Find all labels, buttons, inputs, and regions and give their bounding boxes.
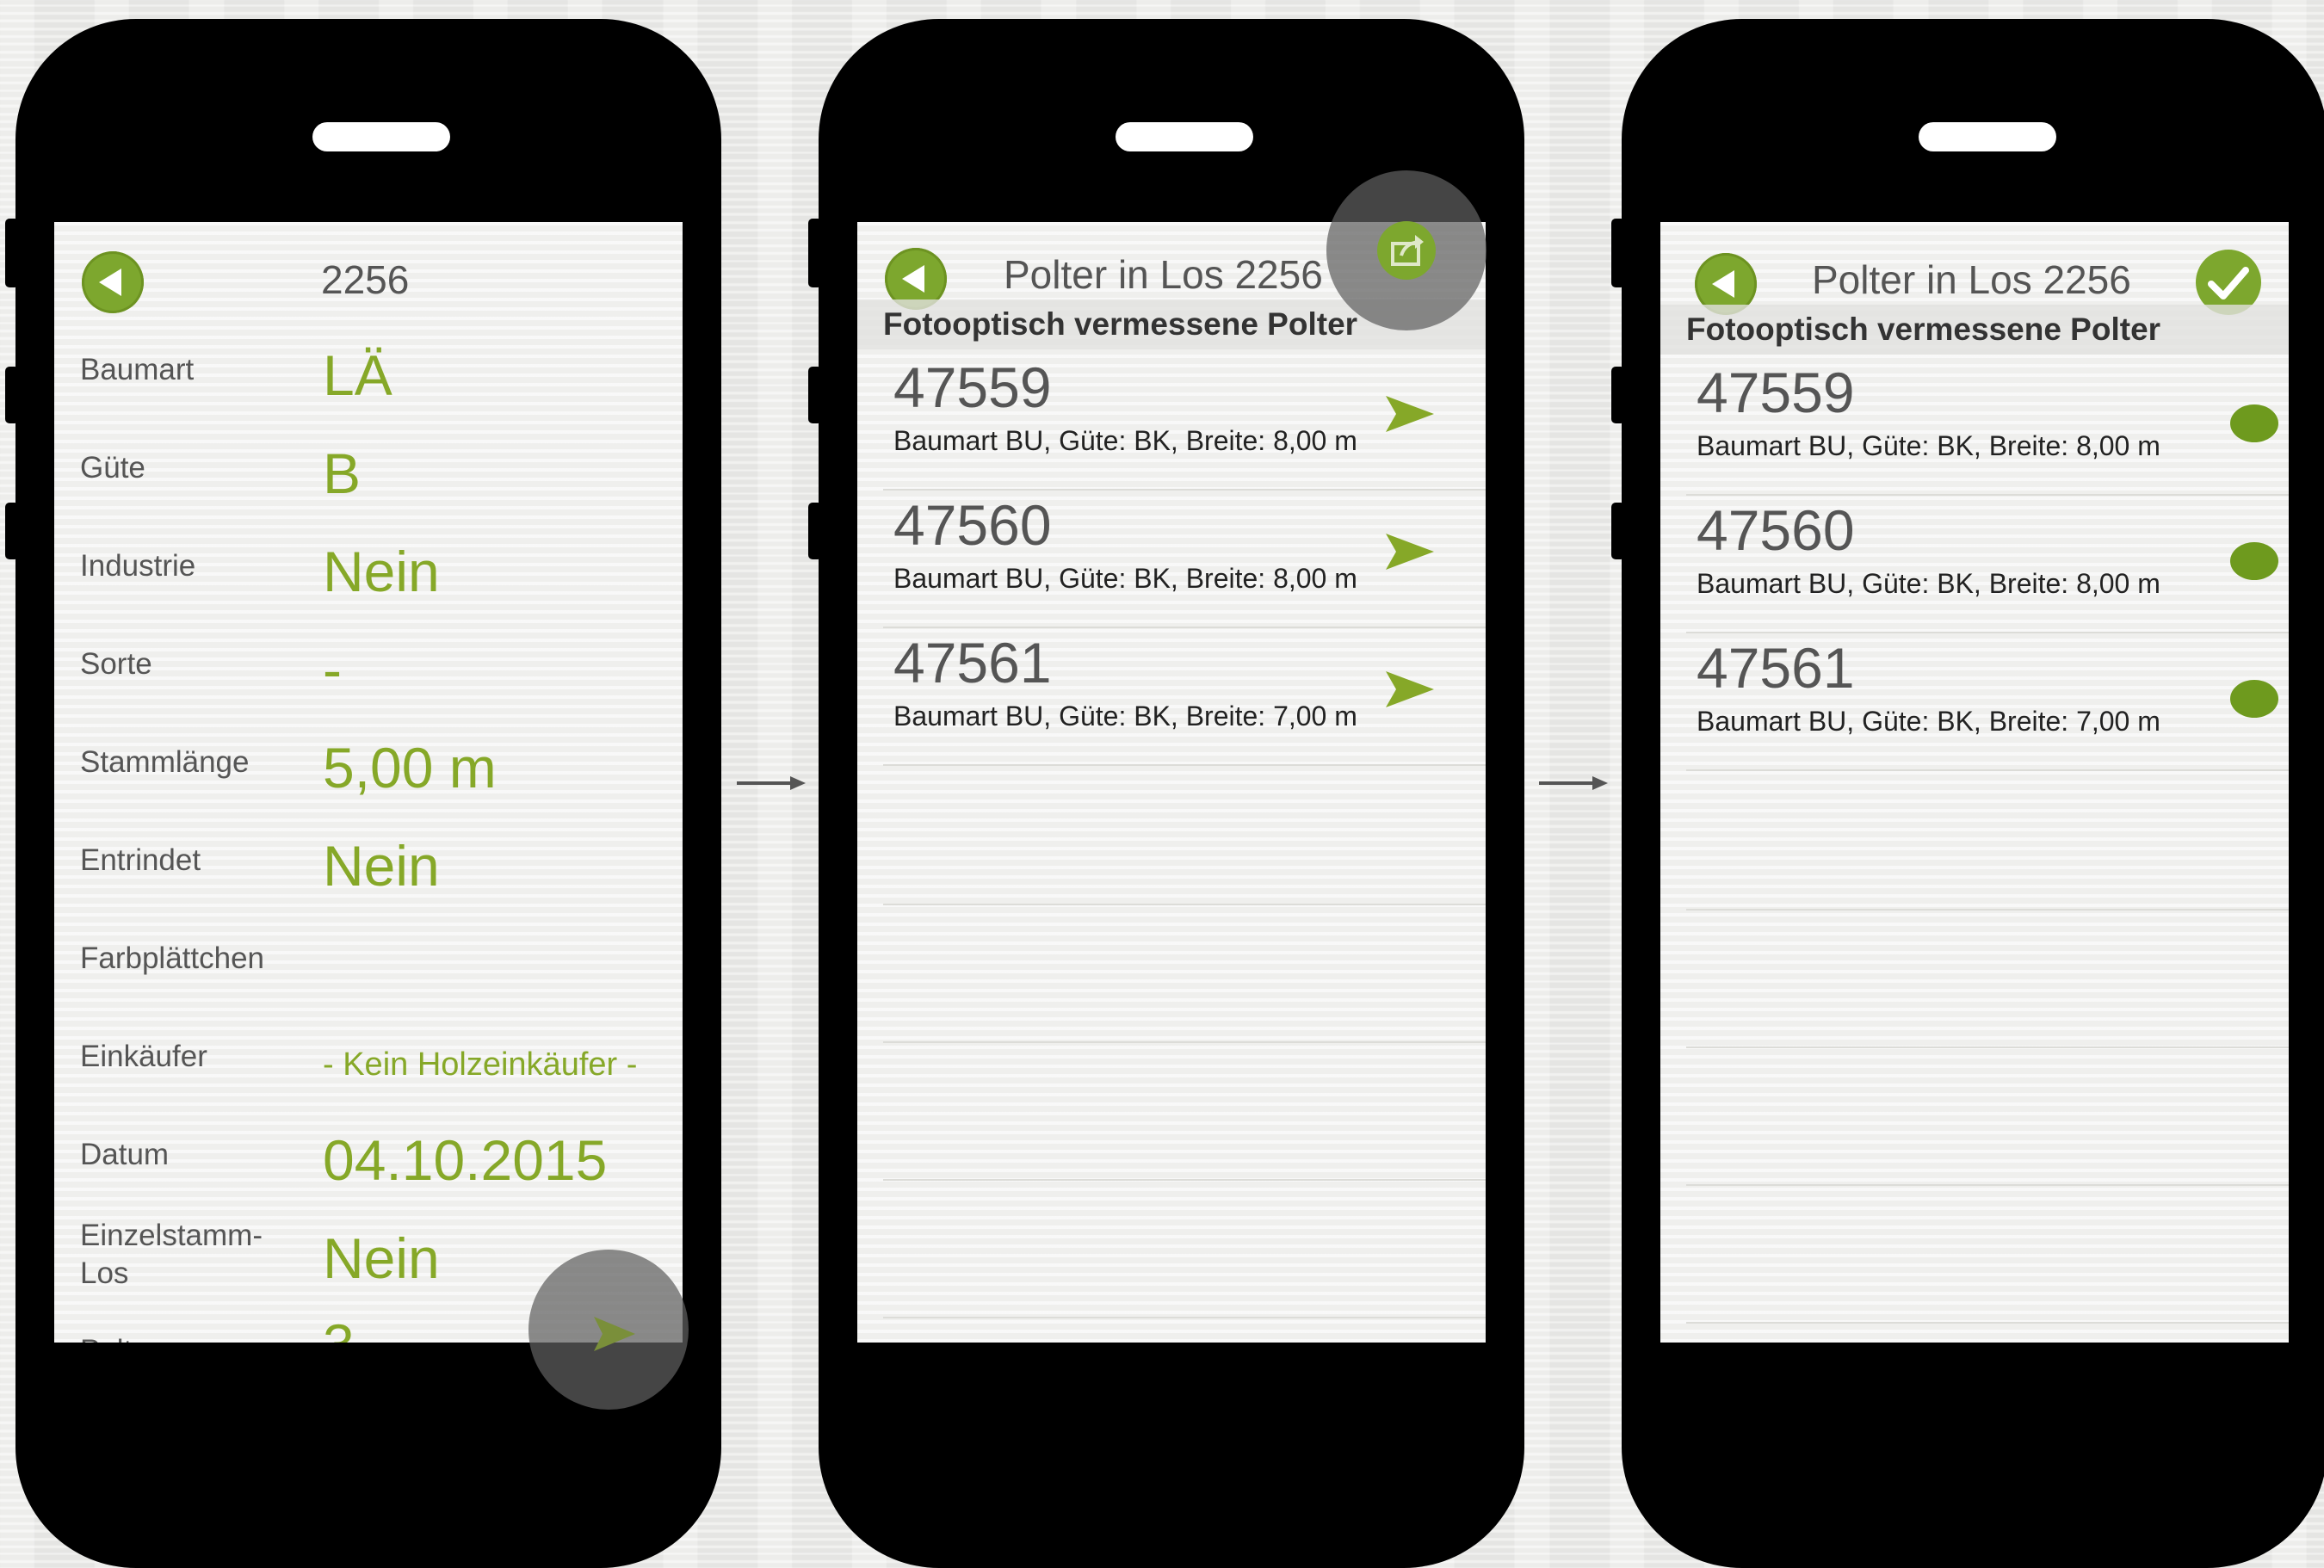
field-value[interactable]: - [323,637,342,702]
next-arrow-icon[interactable] [1384,670,1436,709]
field-value[interactable]: Nein [323,539,440,604]
next-arrow-icon[interactable] [1384,394,1436,434]
list-item[interactable]: 47559 Baumart BU, Güte: BK, Breite: 8,00… [1686,356,2289,496]
phone-side-button [1611,503,1625,559]
phone-speaker [312,122,450,151]
list-item[interactable]: 47560 Baumart BU, Güte: BK, Breite: 8,00… [1686,494,2289,633]
field-row-industrie: Industrie Nein [54,530,683,628]
screen-title: Polter in Los 2256 [1004,252,1323,297]
field-label: Güte [80,451,145,485]
field-value[interactable]: Nein [323,833,440,898]
field-value[interactable]: - Kein Holzeinkäufer - [323,1046,637,1083]
field-value[interactable]: 3 [323,1312,355,1343]
screen-title: Polter in Los 2256 [1812,257,2131,302]
polter-description: Baumart BU, Güte: BK, Breite: 8,00 m [1697,430,2160,461]
polter-number: 47560 [1697,498,1855,562]
polter-description: Baumart BU, Güte: BK, Breite: 7,00 m [1697,706,2160,737]
list-item[interactable]: 47560 Baumart BU, Güte: BK, Breite: 8,00… [883,489,1486,628]
next-arrow-icon[interactable] [528,1250,689,1410]
polter-selection-screen: Polter in Los 2256 Fotooptisch vermessen… [1660,222,2289,1343]
flow-arrow-icon [737,776,806,790]
back-button[interactable] [82,251,144,313]
phone-side-button [1611,367,1625,423]
phone-frame-1: 2256 Baumart LÄ Güte B Industrie Nein So… [5,19,721,1568]
row-divider [883,1317,1486,1318]
share-icon[interactable] [1377,221,1436,280]
field-row-stammlaenge: Stammlänge 5,00 m [54,726,683,824]
field-label: Baumart [80,353,195,386]
polter-description: Baumart BU, Güte: BK, Breite: 7,00 m [893,701,1357,732]
field-label: Entrindet [80,843,201,877]
phone-frame-2: Polter in Los 2256 Fotooptisch vermessen… [808,19,1524,1568]
field-row-einkaeufer: Einkäufer - Kein Holzeinkäufer - [54,1021,683,1119]
row-divider [883,1041,1486,1043]
phone-frame-3: Polter in Los 2256 Fotooptisch vermessen… [1611,19,2324,1568]
polter-description: Baumart BU, Güte: BK, Breite: 8,00 m [1697,568,2160,599]
field-value[interactable]: 04.10.2015 [323,1127,607,1193]
row-divider [1686,909,2289,911]
section-header: Fotooptisch vermessene Polter [1660,305,2289,355]
phone-speaker [1116,122,1253,151]
field-label: Einkäufer [80,1040,207,1073]
field-value[interactable]: LÄ [323,343,392,408]
polter-number: 47559 [1697,361,1855,424]
row-divider [883,904,1486,905]
screen-title: 2256 [321,257,410,302]
phone-side-button [808,503,822,559]
phone-side-button [5,219,19,287]
field-label: Datum [80,1138,170,1171]
selection-dot-icon[interactable] [2230,542,2278,580]
field-label: Industrie [80,549,196,583]
field-label: Stammlänge [80,745,250,779]
section-header-label: Fotooptisch vermessene Polter [1686,312,2161,347]
field-row-guete: Güte B [54,432,683,530]
field-label: Farbplättchen [80,941,265,975]
field-value[interactable]: B [323,441,361,506]
list-item[interactable]: 47561 Baumart BU, Güte: BK, Breite: 7,00… [883,627,1486,766]
polter-number: 47561 [893,631,1052,694]
phone-side-button [808,367,822,423]
row-divider [1686,1046,2289,1048]
polter-list-screen: Polter in Los 2256 Fotooptisch vermessen… [857,222,1486,1343]
section-header-label: Fotooptisch vermessene Polter [883,306,1358,342]
field-row-sorte: Sorte - [54,628,683,726]
list-item[interactable]: 47561 Baumart BU, Güte: BK, Breite: 7,00… [1686,632,2289,771]
tap-indicator [528,1250,689,1410]
phone-side-button [1611,219,1625,287]
phone-side-button [5,367,19,423]
field-row-datum: Datum 04.10.2015 [54,1119,683,1217]
lot-detail-screen: 2256 Baumart LÄ Güte B Industrie Nein So… [54,222,683,1343]
polter-number: 47560 [893,493,1052,557]
polter-description: Baumart BU, Güte: BK, Breite: 8,00 m [893,425,1357,456]
polter-number: 47561 [1697,636,1855,700]
selection-dot-icon[interactable] [2230,680,2278,718]
phone-side-button [808,219,822,287]
selection-dot-icon[interactable] [2230,404,2278,442]
field-row-farbplaettchen: Farbplättchen [54,923,683,1021]
row-divider [1686,1322,2289,1324]
list-item[interactable]: 47559 Baumart BU, Güte: BK, Breite: 8,00… [883,351,1486,491]
phone-speaker [1919,122,2056,151]
row-divider [883,1179,1486,1181]
row-divider [1686,1184,2289,1186]
field-label: Sorte [80,647,152,681]
polter-number: 47559 [893,355,1052,419]
phone-side-button [5,503,19,559]
next-arrow-icon[interactable] [1384,532,1436,571]
field-value[interactable]: Nein [323,1225,440,1291]
tap-indicator [1326,170,1486,330]
polter-description: Baumart BU, Güte: BK, Breite: 8,00 m [893,563,1357,594]
field-label: Polter [80,1332,304,1343]
field-row-baumart: Baumart LÄ [54,334,683,432]
field-value[interactable]: 5,00 m [323,735,497,800]
field-row-entrindet: Entrindet Nein [54,824,683,923]
field-label: Einzelstamm- Los [80,1219,263,1290]
flow-arrow-icon [1539,776,1608,790]
